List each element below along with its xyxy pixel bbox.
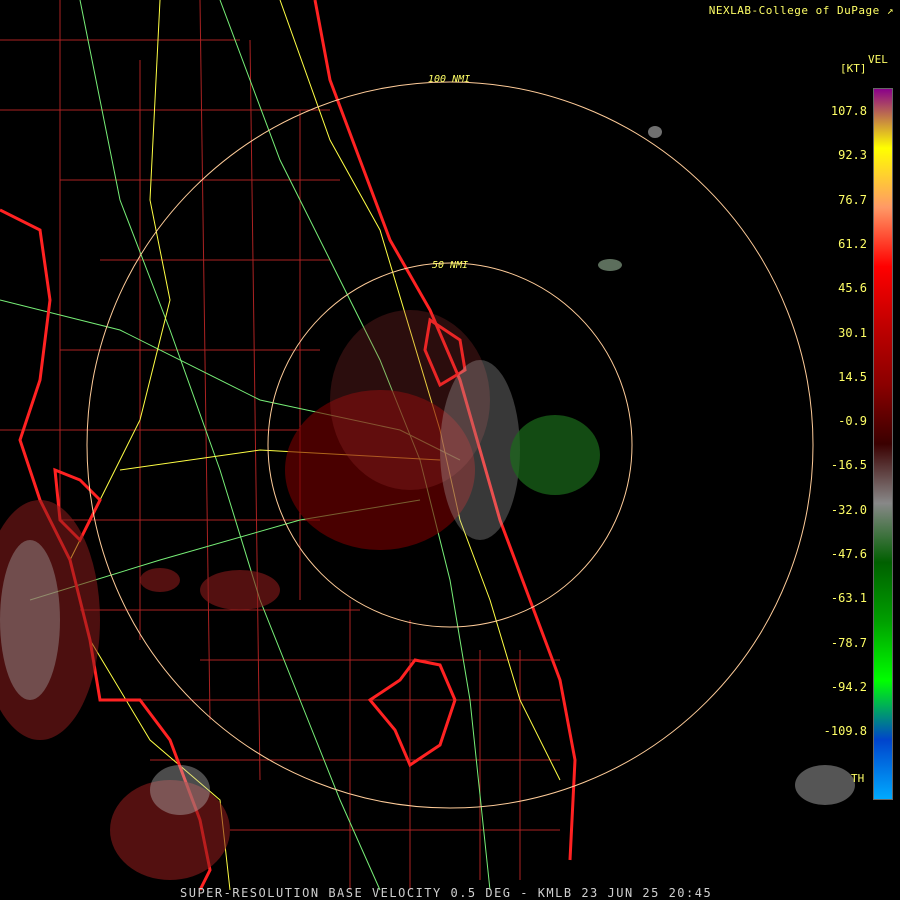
- legend-value: -16.5: [830, 458, 867, 473]
- legend-value: 30.1: [838, 325, 867, 340]
- legend-value: -63.1: [830, 591, 867, 606]
- legend-value: -32.0: [830, 502, 867, 517]
- legend-value: -78.7: [830, 635, 867, 650]
- legend-value: 92.3: [838, 148, 867, 163]
- range-ring-100-label: 100 NMI: [428, 74, 470, 85]
- radar-viewer: { "header": { "source_label": "NEXLAB-Co…: [0, 0, 900, 900]
- legend-value: 61.2: [838, 236, 867, 251]
- legend-value: 45.6: [838, 281, 867, 296]
- legend-value: -47.6: [830, 547, 867, 561]
- velocity-colorbar: [873, 88, 893, 800]
- legend-value: 14.5: [838, 369, 867, 384]
- velocity-returns: [0, 126, 855, 880]
- legend-th-label: TH: [851, 772, 865, 785]
- legend-value: 107.8: [830, 104, 867, 118]
- legend-product: VEL: [868, 53, 888, 66]
- legend-value: -0.9: [838, 414, 867, 429]
- legend-unit: [KT]: [840, 62, 867, 75]
- range-ring-50-label: 50 NMI: [432, 260, 468, 271]
- legend-value: -94.2: [830, 679, 867, 694]
- external-link-icon[interactable]: ↗: [887, 4, 894, 17]
- legend-value: 76.7: [838, 192, 867, 207]
- source-label[interactable]: NEXLAB-College of DuPage ↗: [709, 4, 894, 17]
- radar-map[interactable]: 100 NMI 50 NMI: [0, 0, 900, 900]
- product-caption: SUPER-RESOLUTION BASE VELOCITY 0.5 DEG -…: [180, 886, 713, 900]
- legend-value: -109.8: [823, 724, 867, 739]
